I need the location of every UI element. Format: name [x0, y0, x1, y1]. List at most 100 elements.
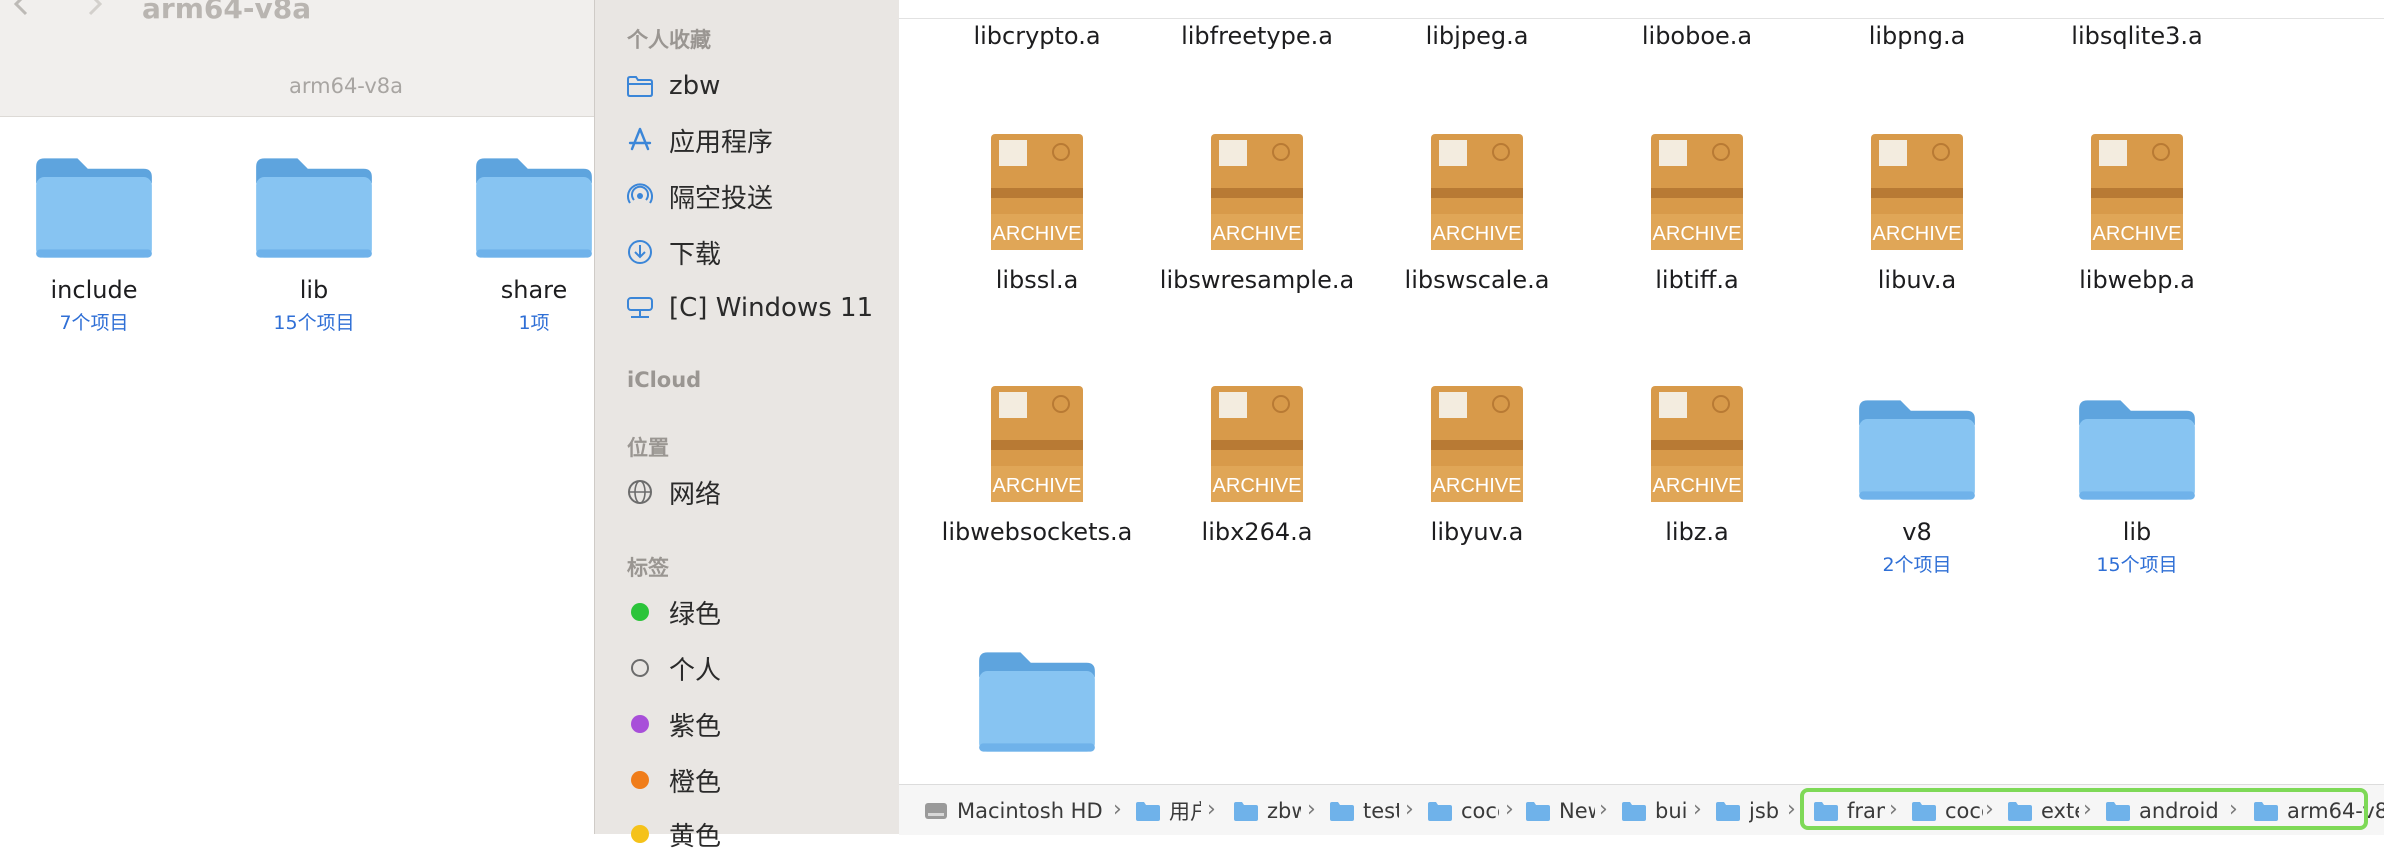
archive-icon: ARCHIVE: [991, 134, 1083, 250]
folder-icon: [36, 158, 152, 258]
sidebar-tag-yellow[interactable]: 黄色: [625, 812, 721, 856]
sidebar-item-label: 黄色: [669, 821, 722, 852]
archive-file-item[interactable]: ARCHIVE libuv.a: [1802, 132, 2032, 294]
archive-file-item[interactable]: ARCHIVE libwebp.a: [2022, 132, 2252, 294]
file-label[interactable]: libpng.a: [1807, 22, 2027, 50]
item-count: 7个项目: [59, 312, 129, 334]
sidebar-item-applications[interactable]: 应用程序: [625, 118, 773, 162]
item-name: share: [500, 276, 568, 304]
path-crumb-newproject[interactable]: NewProject: [1525, 796, 1595, 826]
sidebar-section-icloud: iCloud: [627, 368, 702, 392]
folder-item-lib[interactable]: lib 15个项目: [204, 152, 424, 335]
file-label[interactable]: libsqlite3.a: [2027, 22, 2247, 50]
sidebar-tag-green[interactable]: 绿色: [625, 590, 721, 634]
hard-drive-icon: [925, 803, 947, 819]
file-label[interactable]: libfreetype.a: [1147, 22, 1367, 50]
sidebar-section-tags: 标签: [627, 556, 669, 580]
folder-item-partial[interactable]: [922, 646, 1152, 756]
folder-item-lib[interactable]: lib 15个项目: [2022, 394, 2252, 577]
path-crumb-test[interactable]: test: [1329, 796, 1399, 826]
sidebar-item-network[interactable]: 网络: [625, 470, 721, 514]
svg-text:ARCHIVE: ARCHIVE: [993, 475, 1082, 497]
back-chevron-icon[interactable]: [10, 0, 34, 22]
folder-icon: [1716, 802, 1740, 821]
item-name: include: [50, 276, 138, 304]
sidebar-item-windows-drive[interactable]: [C] Windows 11: [625, 286, 873, 330]
window-title: arm64-v8a: [142, 0, 312, 25]
sidebar: 个人收藏 zbw 应用程序 隔空投送 下载 [C] Windows 11 iCl…: [594, 0, 900, 852]
chevron-right-icon: ›: [1599, 797, 1608, 822]
crumb-label: NewProject: [1559, 799, 1595, 823]
sidebar-item-label: zbw: [669, 71, 721, 101]
network-icon: [625, 477, 655, 507]
archive-icon: ARCHIVE: [1211, 134, 1303, 250]
folder-icon: [979, 652, 1095, 752]
crumb-label: test: [1363, 799, 1399, 823]
sidebar-item-downloads[interactable]: 下载: [625, 230, 721, 274]
sidebar-item-label: 紫色: [669, 711, 722, 742]
download-icon: [625, 237, 655, 267]
folder-icon: [1526, 802, 1550, 821]
sidebar-item-airdrop[interactable]: 隔空投送: [625, 174, 773, 218]
archive-file-item[interactable]: ARCHIVE libx264.a: [1142, 384, 1372, 546]
archive-file-item[interactable]: ARCHIVE libswscale.a: [1362, 132, 1592, 294]
folder-icon: [476, 158, 592, 258]
folder-item-share[interactable]: share 1项: [424, 152, 596, 335]
sidebar-tag-purple[interactable]: 紫色: [625, 702, 721, 746]
chevron-right-icon: ›: [1207, 797, 1216, 822]
crumb-label: Macintosh HD: [957, 799, 1103, 823]
archive-icon: ARCHIVE: [1871, 134, 1963, 250]
path-crumb-users[interactable]: 用户: [1135, 796, 1201, 826]
archive-file-item[interactable]: ARCHIVE libwebsockets.a: [922, 384, 1152, 546]
path-highlight-box: [1800, 788, 2368, 830]
archive-file-item[interactable]: ARCHIVE libtiff.a: [1582, 132, 1812, 294]
folder-icon: [2079, 400, 2195, 500]
item-count: 15个项目: [273, 312, 355, 334]
archive-icon: ARCHIVE: [1431, 134, 1523, 250]
orange-tag-icon: [631, 771, 649, 789]
chevron-right-icon: ›: [1787, 797, 1796, 822]
file-label[interactable]: liboboe.a: [1587, 22, 1807, 50]
item-name: v8: [1902, 518, 1932, 546]
path-crumb-cocos[interactable]: cocos: [1427, 796, 1499, 826]
item-count: 1项: [518, 312, 550, 334]
svg-text:ARCHIVE: ARCHIVE: [1213, 475, 1302, 497]
scrolled-row-edge: [899, 0, 2384, 19]
crumb-label: zbw: [1267, 799, 1301, 823]
applications-icon: [625, 125, 655, 155]
archive-icon: ARCHIVE: [991, 386, 1083, 502]
folder-icon: [1234, 802, 1258, 821]
svg-text:ARCHIVE: ARCHIVE: [1873, 223, 1962, 245]
path-crumb-build[interactable]: build: [1621, 796, 1689, 826]
sidebar-tag-personal[interactable]: 个人: [625, 646, 721, 690]
path-crumb-macintosh-hd[interactable]: Macintosh HD: [923, 796, 1103, 826]
archive-file-item[interactable]: ARCHIVE libssl.a: [922, 132, 1152, 294]
sidebar-item-label: 个人: [669, 655, 722, 686]
sidebar-item-label: 隔空投送: [669, 183, 774, 214]
archive-file-item[interactable]: ARCHIVE libswresample.a: [1142, 132, 1372, 294]
item-name: libyuv.a: [1430, 518, 1524, 546]
path-crumb-jsb[interactable]: jsb: [1715, 796, 1783, 826]
forward-chevron-icon[interactable]: [82, 0, 106, 22]
crumb-label: build: [1655, 799, 1689, 823]
sidebar-tag-orange[interactable]: 橙色: [625, 758, 721, 802]
folder-item-include[interactable]: include 7个项目: [0, 152, 204, 335]
drive-icon: [625, 293, 655, 323]
file-label[interactable]: libcrypto.a: [927, 22, 1147, 50]
path-crumb-zbw[interactable]: zbw: [1233, 796, 1301, 826]
archive-icon: ARCHIVE: [2091, 134, 2183, 250]
item-name: libswresample.a: [1159, 266, 1355, 294]
archive-icon: ARCHIVE: [1651, 134, 1743, 250]
item-name: libuv.a: [1877, 266, 1957, 294]
file-label[interactable]: libjpeg.a: [1367, 22, 1587, 50]
sidebar-item-label: 应用程序: [669, 127, 774, 158]
folder-icon: [1136, 802, 1160, 821]
sidebar-item-label: 网络: [669, 479, 722, 510]
chevron-right-icon: ›: [1505, 797, 1514, 822]
file-grid: libcrypto.a libfreetype.a libjpeg.a libo…: [899, 0, 2384, 834]
folder-item-v8[interactable]: v8 2个项目: [1802, 394, 2032, 577]
archive-file-item[interactable]: ARCHIVE libyuv.a: [1362, 384, 1592, 546]
folder-icon: [256, 158, 372, 258]
archive-file-item[interactable]: ARCHIVE libz.a: [1582, 384, 1812, 546]
sidebar-item-zbw[interactable]: zbw: [625, 64, 720, 108]
